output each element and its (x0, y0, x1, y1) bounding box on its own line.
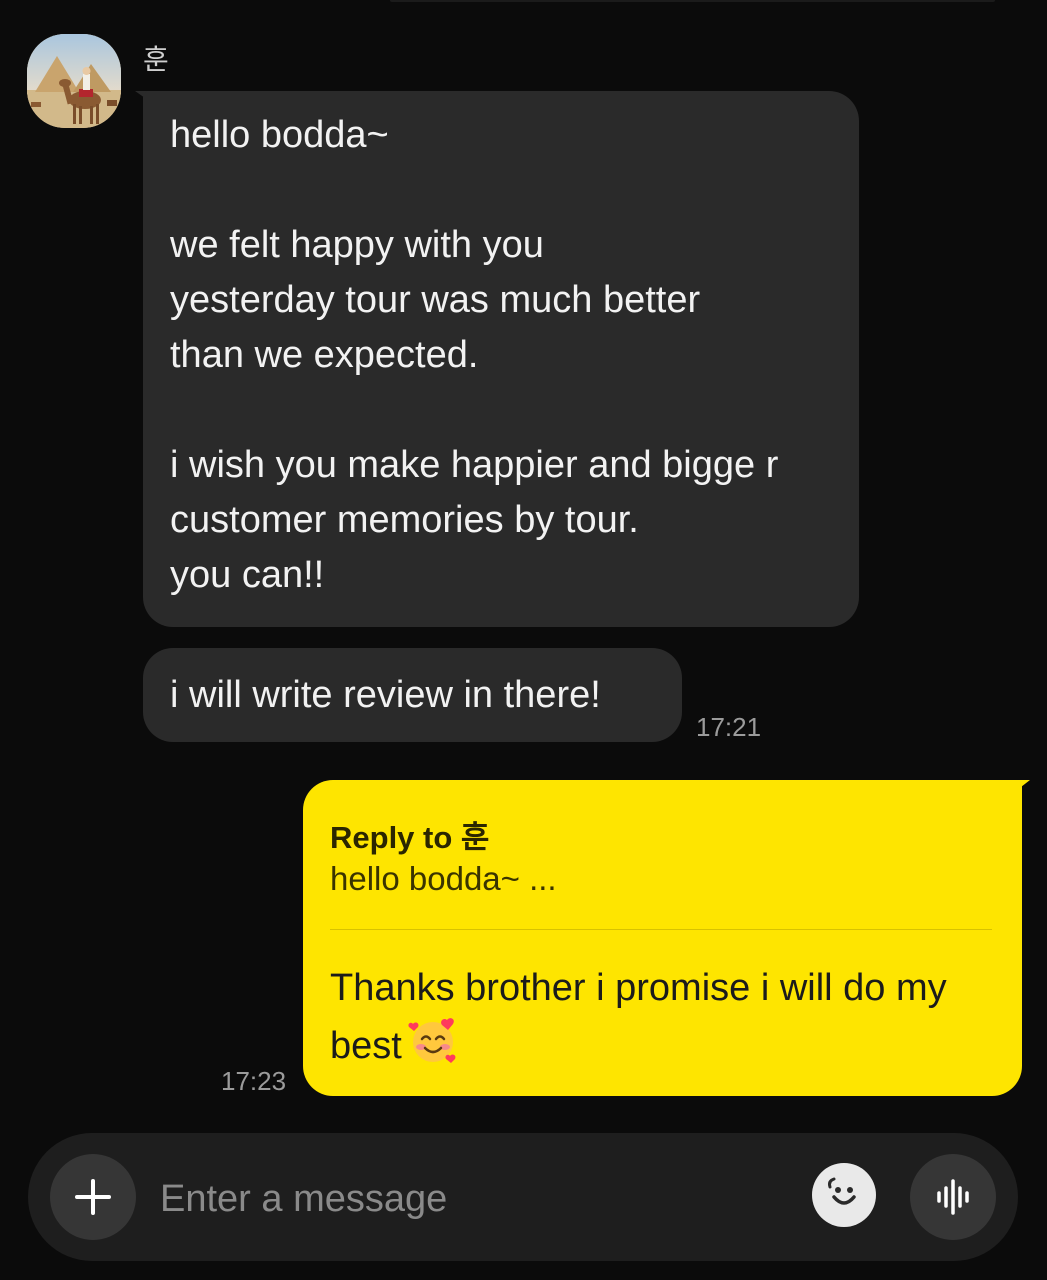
camel-pyramid-photo (27, 34, 121, 128)
incoming-message-bubble[interactable]: hello bodda~ we felt happy with you yest… (143, 91, 859, 627)
message-composer (28, 1133, 1018, 1261)
message-timestamp: 17:23 (221, 1066, 287, 1096)
reply-title: Reply to 훈 (330, 820, 490, 855)
incoming-message-bubble[interactable]: i will write review in there! (143, 648, 682, 742)
add-button[interactable] (50, 1154, 136, 1240)
outgoing-message-bubble[interactable]: Reply to 훈 hello bodda~ ... Thanks broth… (303, 780, 1022, 1096)
voice-button[interactable] (910, 1154, 996, 1240)
message-text: Thanks brother i promise i will do my be… (330, 961, 970, 1082)
reply-quote[interactable]: hello bodda~ ... (330, 860, 557, 898)
message-text: i will write review in there! (170, 674, 601, 716)
smiling-face-with-hearts-icon (408, 1016, 458, 1082)
reply-divider (330, 929, 992, 930)
previous-bubble-edge (390, 0, 995, 2)
emoji-icon (828, 1177, 856, 1205)
plus-icon (75, 1179, 111, 1215)
emoji-button[interactable] (812, 1163, 876, 1227)
chat-screen: 훈 hello bodda~ we felt happy with you ye… (0, 0, 1047, 1280)
contact-avatar[interactable] (27, 34, 121, 128)
sender-name: 훈 (143, 43, 169, 76)
message-timestamp: 17:21 (696, 712, 762, 742)
message-text: hello bodda~ we felt happy with you yest… (170, 114, 779, 596)
message-input[interactable] (158, 1170, 782, 1228)
voice-wave-icon (937, 1179, 969, 1215)
